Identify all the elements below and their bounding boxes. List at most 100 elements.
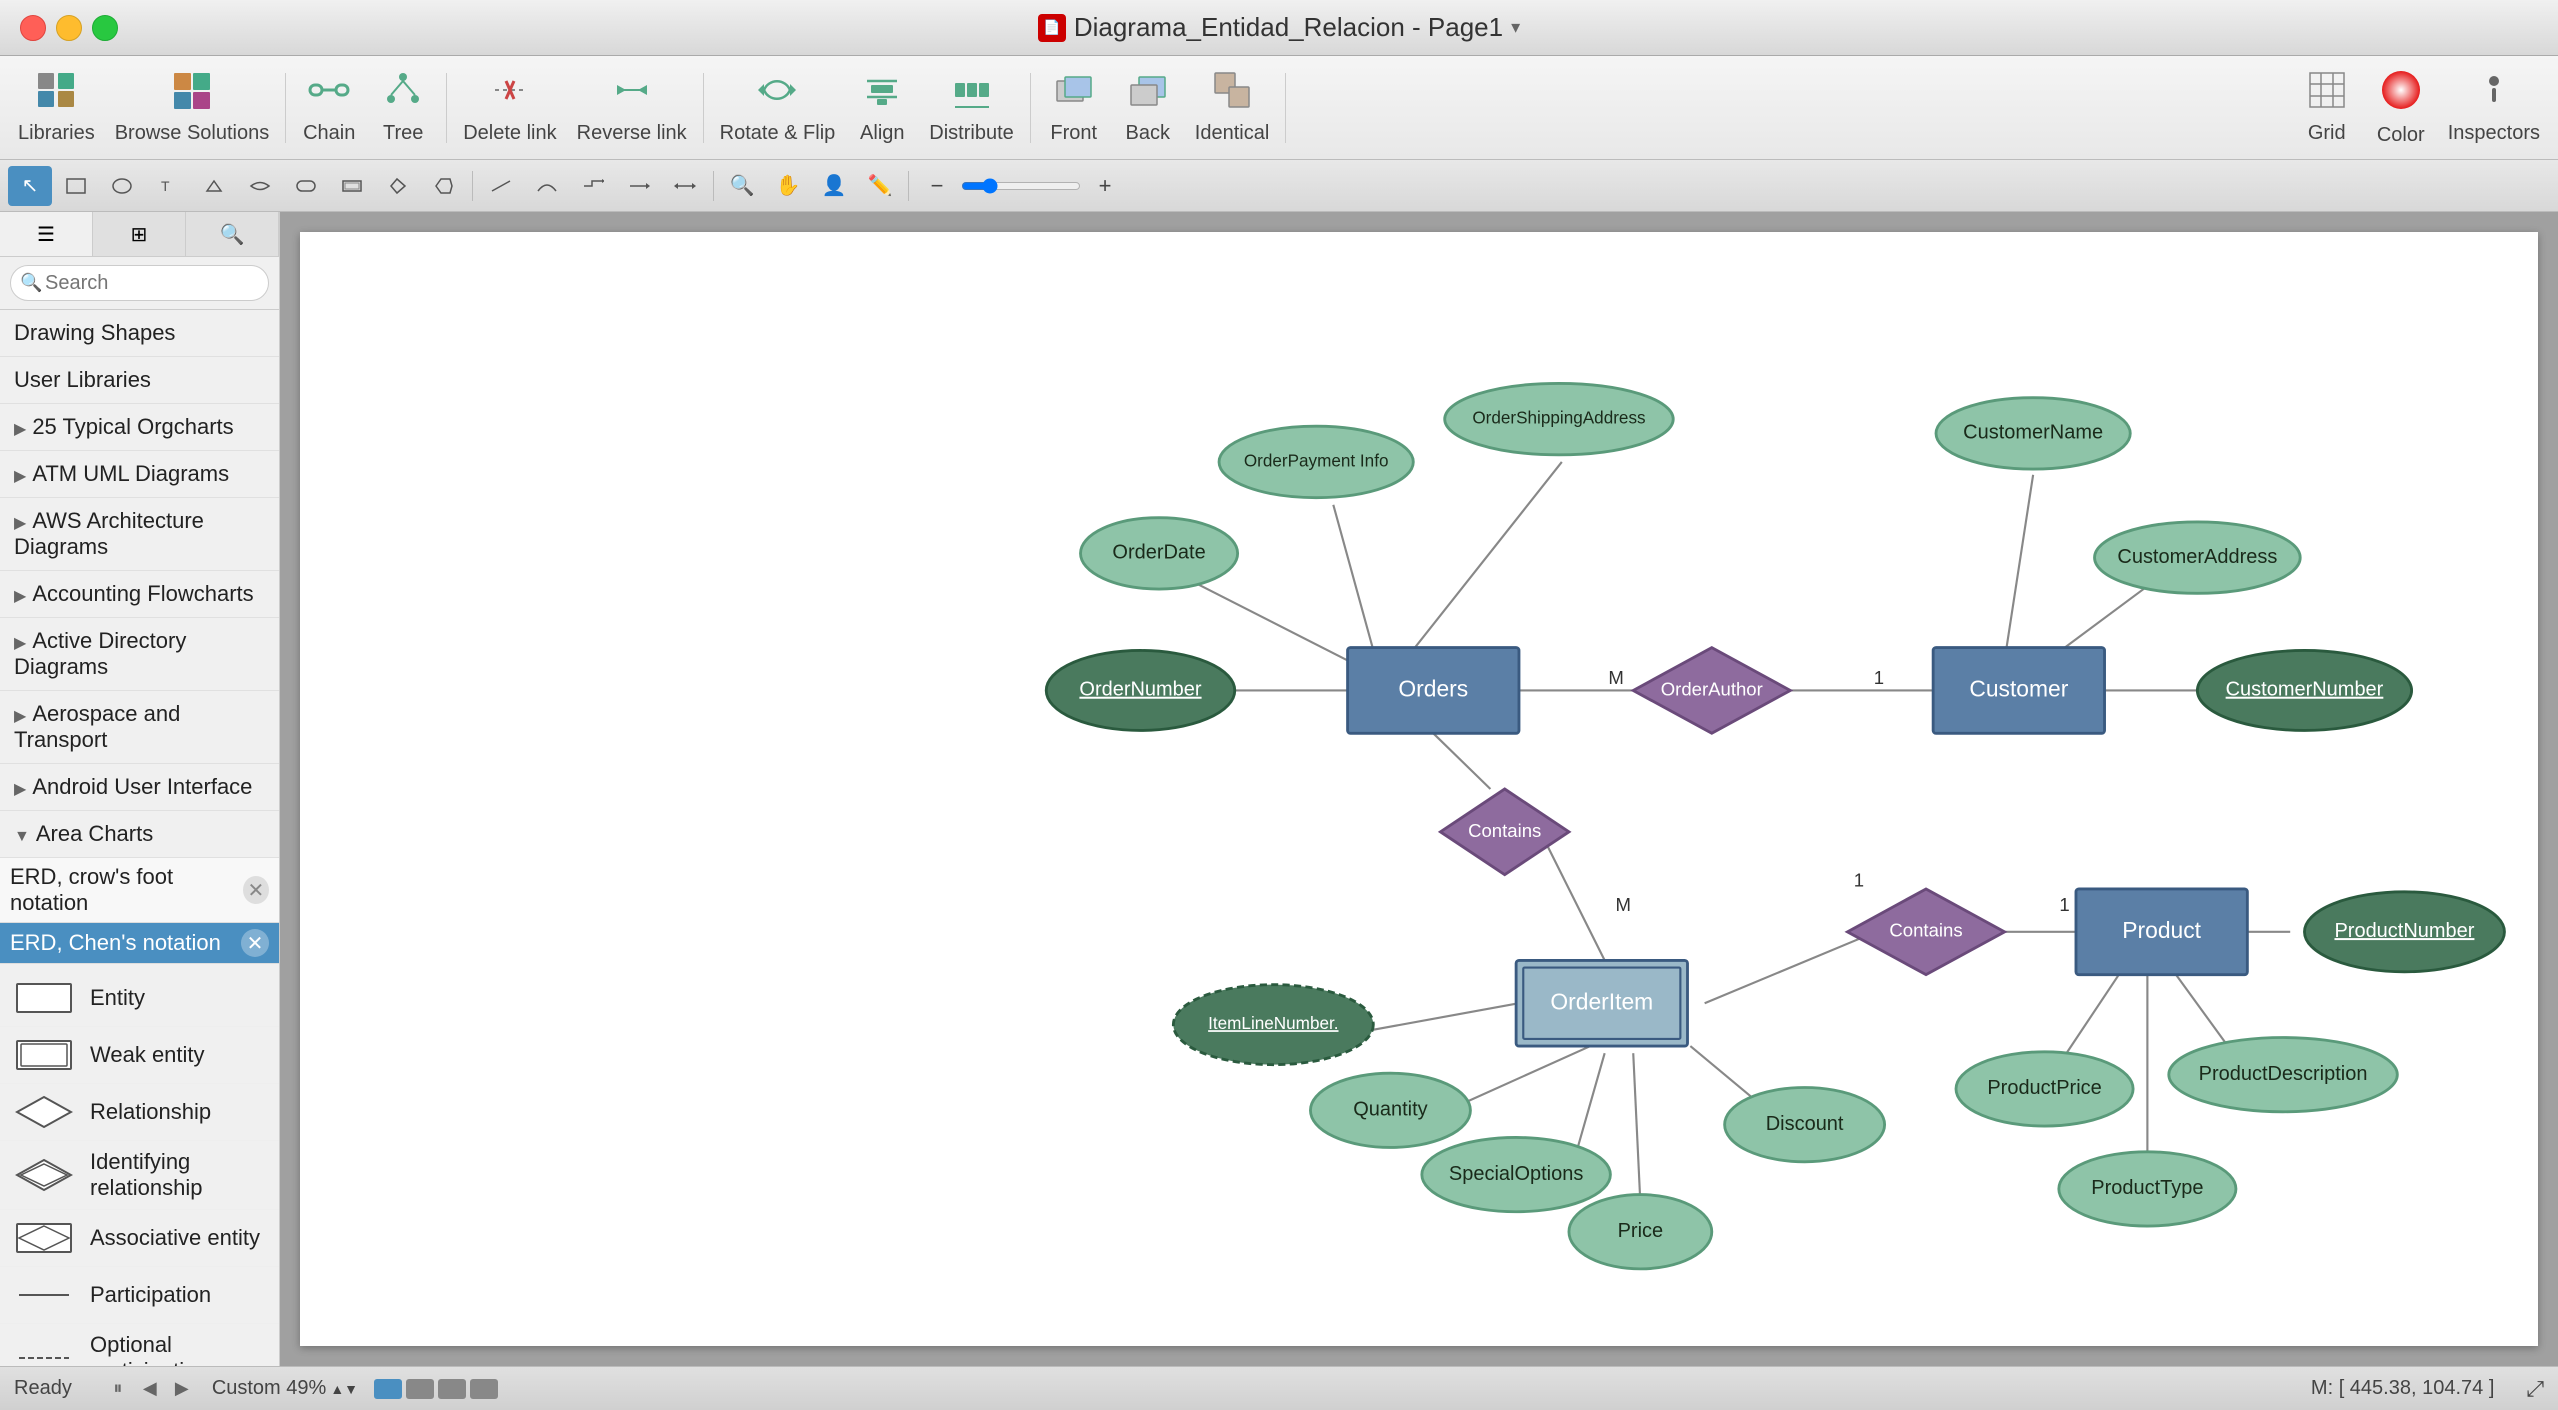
- shape-tool-3[interactable]: [284, 166, 328, 206]
- sidebar-item-android[interactable]: ▶Android User Interface: [0, 764, 279, 811]
- sidebar-item-area-charts[interactable]: ▼Area Charts: [0, 811, 279, 858]
- status-text: Ready: [14, 1377, 72, 1400]
- distribute-button[interactable]: Distribute: [921, 63, 1021, 153]
- fullscreen-button[interactable]: ⤢: [2526, 1376, 2544, 1402]
- close-erd-crows[interactable]: ✕: [243, 876, 269, 904]
- grid-button[interactable]: Grid: [2292, 63, 2362, 153]
- shape-tool-4[interactable]: [330, 166, 374, 206]
- identifying-rel-preview: [14, 1155, 74, 1195]
- sidebar: ☰ ⊞ 🔍 🔍 Drawing Shapes User Libraries ▶2…: [0, 212, 280, 1366]
- ellipse-tool[interactable]: [100, 166, 144, 206]
- text-tool[interactable]: T: [146, 166, 190, 206]
- main-area: ☰ ⊞ 🔍 🔍 Drawing Shapes User Libraries ▶2…: [0, 212, 2558, 1366]
- smart-shape-tool[interactable]: [192, 166, 236, 206]
- shape-relationship[interactable]: Relationship: [0, 1084, 279, 1141]
- zoom-out-btn[interactable]: −: [915, 166, 959, 206]
- curve-tool[interactable]: [525, 166, 569, 206]
- library-list: Drawing Shapes User Libraries ▶25 Typica…: [0, 310, 279, 1366]
- zoom-slider[interactable]: [961, 178, 1081, 194]
- delete-link-button[interactable]: Delete link: [455, 63, 564, 153]
- shape-weak-entity[interactable]: Weak entity: [0, 1027, 279, 1084]
- front-button[interactable]: Front: [1039, 63, 1109, 153]
- sidebar-item-drawing-shapes[interactable]: Drawing Shapes: [0, 310, 279, 357]
- page-indicator-1[interactable]: [374, 1379, 402, 1399]
- aerospace-label: Aerospace and Transport: [14, 701, 180, 752]
- accounting-label: Accounting Flowcharts: [32, 581, 253, 606]
- maximize-button[interactable]: [92, 15, 118, 41]
- distribute-icon: [953, 71, 991, 118]
- back-button[interactable]: Back: [1113, 63, 1183, 153]
- browse-solutions-button[interactable]: Browse Solutions: [107, 63, 278, 153]
- sidebar-tab-search[interactable]: 🔍: [186, 212, 279, 256]
- drawing-toolbar: ↖ T 🔍 ✋ 👤 ✏️ −: [0, 160, 2558, 212]
- page-indicator-2[interactable]: [406, 1379, 434, 1399]
- close-button[interactable]: [20, 15, 46, 41]
- dropdown-arrow[interactable]: ▾: [1511, 17, 1520, 38]
- diagram-canvas[interactable]: .ent { fill: #5b7fa6; stroke: #3a5a80; s…: [300, 232, 2538, 1346]
- reverse-link-button[interactable]: Reverse link: [569, 63, 695, 153]
- page-indicator-4[interactable]: [470, 1379, 498, 1399]
- zoom-in-btn[interactable]: +: [1083, 166, 1127, 206]
- libraries-button[interactable]: Libraries: [10, 63, 103, 153]
- minimize-button[interactable]: [56, 15, 82, 41]
- sidebar-item-25-orgcharts[interactable]: ▶25 Typical Orgcharts: [0, 404, 279, 451]
- search-input[interactable]: [10, 265, 269, 301]
- sidebar-item-atm-uml[interactable]: ▶ATM UML Diagrams: [0, 451, 279, 498]
- bidirectional-tool[interactable]: [663, 166, 707, 206]
- pen-tool[interactable]: ✏️: [858, 166, 902, 206]
- connector-tool[interactable]: [571, 166, 615, 206]
- svg-text:Contains: Contains: [1889, 920, 1962, 941]
- shape-participation[interactable]: Participation: [0, 1267, 279, 1324]
- coordinates: M: [ 445.38, 104.74 ]: [2311, 1377, 2494, 1400]
- page-indicator-3[interactable]: [438, 1379, 466, 1399]
- shape-optional-participation[interactable]: Optional participation: [0, 1324, 279, 1366]
- sidebar-item-accounting[interactable]: ▶Accounting Flowcharts: [0, 571, 279, 618]
- aws-label: AWS Architecture Diagrams: [14, 508, 204, 559]
- identical-button[interactable]: Identical: [1187, 63, 1278, 153]
- pan-tool[interactable]: ✋: [766, 166, 810, 206]
- tree-button[interactable]: Tree: [368, 63, 438, 153]
- select-tool[interactable]: ↖: [8, 166, 52, 206]
- shape-tool-2[interactable]: [238, 166, 282, 206]
- pause-button[interactable]: ⏸: [104, 1375, 132, 1403]
- shape-tool-5[interactable]: [376, 166, 420, 206]
- close-erd-chens[interactable]: ✕: [241, 929, 269, 957]
- arrow-tool[interactable]: [617, 166, 661, 206]
- rotate-flip-button[interactable]: Rotate & Flip: [712, 63, 844, 153]
- shape-associative[interactable]: Associative entity: [0, 1210, 279, 1267]
- reverse-link-icon: [612, 71, 652, 118]
- erd-chens-lib[interactable]: ERD, Chen's notation ✕: [0, 923, 279, 964]
- sidebar-tab-grid[interactable]: ⊞: [93, 212, 186, 256]
- sidebar-item-user-libraries[interactable]: User Libraries: [0, 357, 279, 404]
- window-controls[interactable]: [20, 15, 118, 41]
- sidebar-item-active-directory[interactable]: ▶Active Directory Diagrams: [0, 618, 279, 691]
- sidebar-item-aws[interactable]: ▶AWS Architecture Diagrams: [0, 498, 279, 571]
- page-indicators: [374, 1379, 498, 1399]
- zoom-out-tool[interactable]: 🔍: [720, 166, 764, 206]
- inspectors-button[interactable]: Inspectors: [2440, 63, 2548, 153]
- rect-tool[interactable]: [54, 166, 98, 206]
- shape-tool-6[interactable]: [422, 166, 466, 206]
- search-icon: 🔍: [20, 273, 42, 294]
- color-button[interactable]: Color: [2366, 63, 2436, 153]
- shape-identifying-rel[interactable]: Identifying relationship: [0, 1141, 279, 1210]
- front-icon: [1055, 71, 1093, 118]
- erd-crows-lib[interactable]: ERD, crow's foot notation ✕: [0, 858, 279, 923]
- canvas-wrapper[interactable]: .ent { fill: #5b7fa6; stroke: #3a5a80; s…: [280, 212, 2558, 1366]
- svg-text:T: T: [161, 178, 170, 194]
- align-button[interactable]: Align: [847, 63, 917, 153]
- prev-page-button[interactable]: ◀: [136, 1375, 164, 1403]
- sidebar-tab-list[interactable]: ☰: [0, 212, 93, 256]
- identical-icon: [1213, 71, 1251, 118]
- svg-text:Discount: Discount: [1766, 1113, 1844, 1135]
- sidebar-item-aerospace[interactable]: ▶Aerospace and Transport: [0, 691, 279, 764]
- line-tool[interactable]: [479, 166, 523, 206]
- chain-icon: [308, 71, 350, 118]
- next-page-button[interactable]: ▶: [168, 1375, 196, 1403]
- zoom-control[interactable]: Custom 49% ▲▼: [212, 1377, 358, 1400]
- shape-entity[interactable]: Entity: [0, 970, 279, 1027]
- optional-participation-preview: [14, 1338, 74, 1366]
- chain-button[interactable]: Chain: [294, 63, 364, 153]
- person-tool[interactable]: 👤: [812, 166, 856, 206]
- svg-text:Quantity: Quantity: [1353, 1099, 1427, 1121]
